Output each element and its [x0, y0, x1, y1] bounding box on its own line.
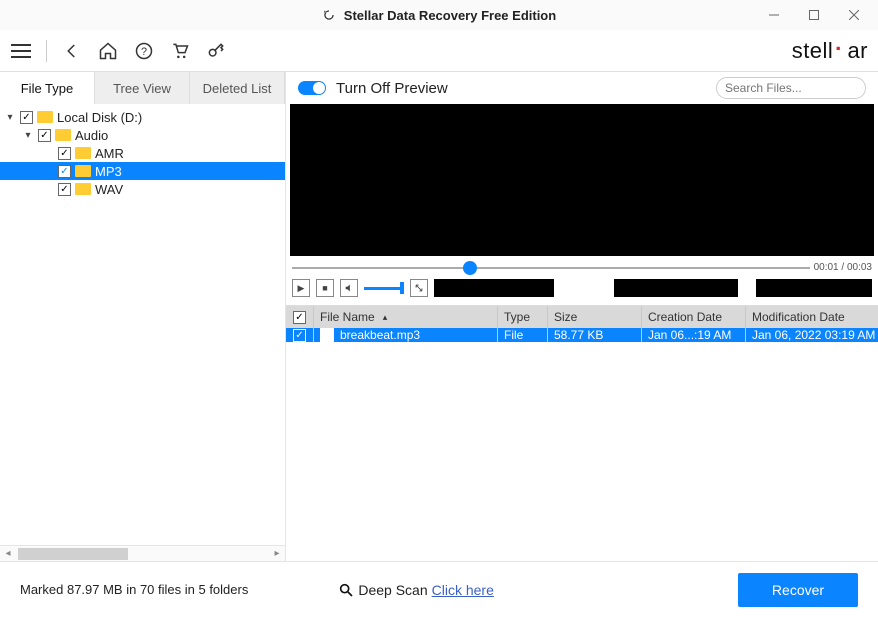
mute-button[interactable]	[340, 279, 358, 297]
key-icon[interactable]	[205, 40, 227, 62]
back-icon[interactable]	[61, 40, 83, 62]
search-input[interactable]	[716, 77, 866, 99]
brand-logo: stell⠂ar	[792, 38, 868, 64]
marked-status: Marked 87.97 MB in 70 files in 5 folders	[20, 582, 248, 597]
seek-track[interactable]	[292, 267, 810, 269]
col-size[interactable]: Size	[548, 306, 642, 328]
tree-label: Local Disk (D:)	[57, 110, 142, 125]
deep-scan-link[interactable]: Click here	[432, 582, 494, 598]
file-icon	[320, 328, 334, 342]
search-field[interactable]	[725, 81, 878, 95]
folder-tree[interactable]: ▾ ✓ Local Disk (D:) ▾ ✓ Audio ✓ AMR ✓ MP…	[0, 104, 285, 545]
waveform-block-2	[614, 279, 738, 297]
cell-type: File	[498, 328, 548, 342]
file-table: ✓ File Name▴ Type Size Creation Date Mod…	[286, 305, 878, 561]
home-icon[interactable]	[97, 40, 119, 62]
preview-toggle[interactable]: Turn Off Preview	[298, 80, 448, 97]
table-row[interactable]: ✓ breakbeat.mp3 File 58.77 KB Jan 06...:…	[286, 328, 878, 342]
expand-icon[interactable]: ▾	[22, 130, 34, 141]
waveform-block-1	[434, 279, 554, 297]
tab-deleted-list[interactable]: Deleted List	[190, 72, 285, 104]
folder-icon	[75, 147, 91, 159]
deep-scan-prompt: Deep Scan Click here	[338, 582, 494, 598]
folder-icon	[75, 183, 91, 195]
media-controls: ▶ ■	[286, 275, 878, 305]
folder-icon	[37, 111, 53, 123]
tree-label: WAV	[95, 182, 123, 197]
table-header: ✓ File Name▴ Type Size Creation Date Mod…	[286, 306, 878, 328]
popout-button[interactable]	[410, 279, 428, 297]
left-panel: File Type Tree View Deleted List ▾ ✓ Loc…	[0, 72, 286, 561]
header-checkbox[interactable]: ✓	[286, 306, 314, 328]
title-bar: Stellar Data Recovery Free Edition	[0, 0, 878, 30]
tree-node-wav[interactable]: ✓ WAV	[0, 180, 285, 198]
play-button[interactable]: ▶	[292, 279, 310, 297]
checkbox[interactable]: ✓	[38, 129, 51, 142]
tab-tree-view[interactable]: Tree View	[95, 72, 190, 104]
col-type[interactable]: Type	[498, 306, 548, 328]
tree-label: Audio	[75, 128, 108, 143]
tree-node-audio[interactable]: ▾ ✓ Audio	[0, 126, 285, 144]
waveform-block-3	[756, 279, 872, 297]
tree-node-amr[interactable]: ✓ AMR	[0, 144, 285, 162]
cart-icon[interactable]	[169, 40, 191, 62]
scroll-right-icon[interactable]: ▸	[269, 548, 285, 559]
footer: Marked 87.97 MB in 70 files in 5 folders…	[0, 561, 878, 617]
table-body: ✓ breakbeat.mp3 File 58.77 KB Jan 06...:…	[286, 328, 878, 561]
preview-area	[290, 104, 874, 256]
col-filename[interactable]: File Name▴	[314, 306, 498, 328]
cell-name: breakbeat.mp3	[314, 328, 498, 342]
recover-button[interactable]: Recover	[738, 573, 858, 607]
scroll-thumb[interactable]	[18, 548, 128, 560]
maximize-button[interactable]	[794, 0, 834, 30]
stellar-icon	[322, 8, 336, 22]
col-mdate[interactable]: Modification Date	[746, 306, 878, 328]
checkbox[interactable]: ✓	[58, 165, 71, 178]
row-checkbox[interactable]: ✓	[293, 329, 306, 342]
toggle-switch[interactable]	[298, 81, 326, 95]
volume-thumb[interactable]	[400, 282, 404, 294]
folder-icon	[55, 129, 71, 141]
menu-icon[interactable]	[10, 40, 32, 62]
checkbox[interactable]: ✓	[58, 183, 71, 196]
cell-mdate: Jan 06, 2022 03:19 AM	[746, 328, 878, 342]
stop-button[interactable]: ■	[316, 279, 334, 297]
expand-icon[interactable]: ▾	[4, 112, 16, 123]
right-panel: Turn Off Preview 00:01 / 00:03 ▶ ■	[286, 72, 878, 561]
close-button[interactable]	[834, 0, 874, 30]
checkbox[interactable]: ✓	[20, 111, 33, 124]
cell-cdate: Jan 06...:19 AM	[642, 328, 746, 342]
folder-icon	[75, 165, 91, 177]
seek-thumb[interactable]	[463, 261, 477, 275]
volume-slider[interactable]	[364, 287, 404, 290]
seek-bar[interactable]: 00:01 / 00:03	[286, 256, 878, 275]
tree-node-root[interactable]: ▾ ✓ Local Disk (D:)	[0, 108, 285, 126]
checkbox[interactable]: ✓	[58, 147, 71, 160]
col-cdate[interactable]: Creation Date	[642, 306, 746, 328]
tree-node-mp3[interactable]: ✓ MP3	[0, 162, 285, 180]
tab-file-type[interactable]: File Type	[0, 72, 95, 104]
svg-text:?: ?	[141, 46, 147, 58]
help-icon[interactable]: ?	[133, 40, 155, 62]
tree-label: AMR	[95, 146, 124, 161]
cell-size: 58.77 KB	[548, 328, 642, 342]
toolbar: ? stell⠂ar	[0, 30, 878, 72]
scroll-left-icon[interactable]: ◂	[0, 548, 16, 559]
left-tabs: File Type Tree View Deleted List	[0, 72, 285, 104]
tree-hscroll[interactable]: ◂ ▸	[0, 545, 285, 561]
window-title: Stellar Data Recovery Free Edition	[322, 8, 556, 23]
search-icon	[338, 582, 354, 598]
time-display: 00:01 / 00:03	[814, 262, 872, 273]
preview-toggle-label: Turn Off Preview	[336, 80, 448, 97]
minimize-button[interactable]	[754, 0, 794, 30]
tree-label: MP3	[95, 164, 122, 179]
